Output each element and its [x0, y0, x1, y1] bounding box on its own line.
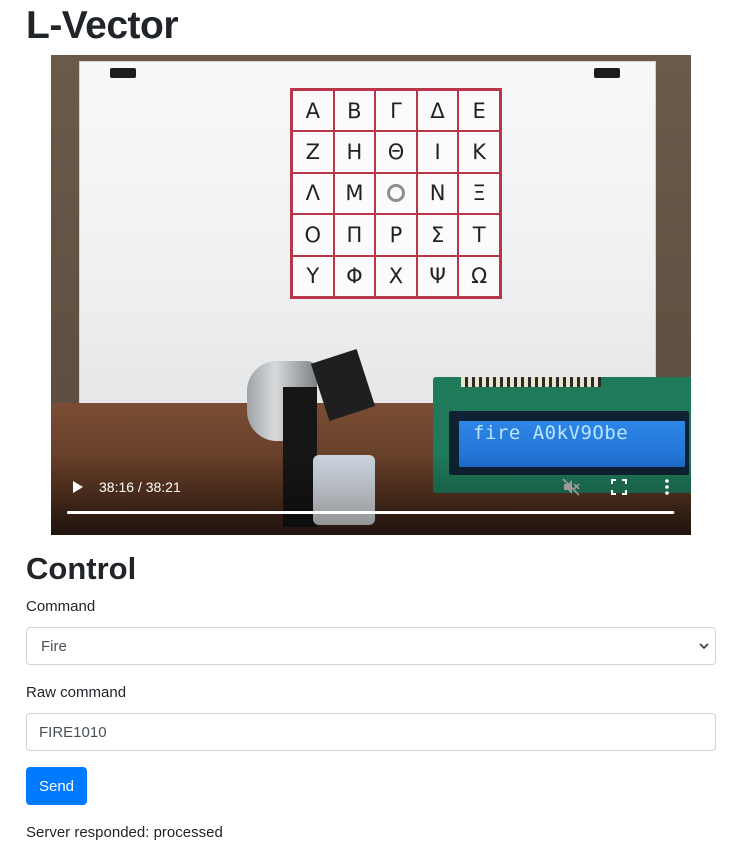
- raw-command-input[interactable]: [26, 713, 716, 751]
- chevron-down-icon: [699, 643, 709, 650]
- grid-cell: Υ: [292, 255, 334, 297]
- grid-cell: Μ: [333, 172, 376, 215]
- letter-grid: ΑΒΓΔΕ ΖΗΘΙΚ ΛΜΝΞ ΟΠΡΣΤ ΥΦΧΨΩ: [290, 88, 502, 299]
- grid-cell: Σ: [416, 214, 459, 256]
- muted-speaker-icon[interactable]: [561, 477, 581, 497]
- time-display: 38:16 / 38:21: [99, 479, 181, 495]
- command-selected-value: Fire: [41, 637, 67, 655]
- send-button[interactable]: Send: [26, 767, 87, 805]
- video-player[interactable]: ΑΒΓΔΕΖΗΘΙΚΛΜΝΞΟΠΡΣΤΥΦΧΨΩ fire A0kV9Obe 3…: [51, 55, 691, 535]
- whiteboard: ΑΒΓΔΕ ΖΗΘΙΚ ΛΜΝΞ ΟΠΡΣΤ ΥΦΧΨΩ: [79, 61, 656, 415]
- grid-cell: Α: [292, 90, 334, 132]
- server-response: Server responded: processed: [26, 824, 223, 841]
- command-label: Command: [26, 598, 96, 615]
- grid-cell: Η: [333, 131, 376, 173]
- more-vertical-icon[interactable]: [657, 477, 677, 497]
- grid-cell: Β: [333, 90, 376, 132]
- grid-cell: Π: [333, 214, 376, 256]
- grid-cell: Χ: [375, 255, 417, 297]
- grid-cell: Κ: [458, 131, 500, 173]
- progress-bar[interactable]: [67, 511, 675, 514]
- grid-cell: Ξ: [458, 172, 500, 215]
- grid-cell: Θ: [375, 131, 417, 173]
- grid-cell: Ο: [292, 214, 334, 256]
- laser-dot: [386, 184, 405, 203]
- control-heading: Control: [26, 551, 137, 586]
- board-clip: [110, 68, 136, 78]
- grid-cell: Τ: [458, 214, 500, 256]
- header-pins: [461, 377, 601, 387]
- raw-command-label: Raw command: [26, 684, 127, 701]
- grid-cell: Ν: [416, 172, 459, 215]
- grid-cell: Λ: [292, 172, 334, 215]
- progress-fill: [67, 511, 674, 514]
- grid-cell: Ε: [458, 90, 500, 132]
- command-select[interactable]: Fire: [26, 627, 716, 665]
- board-clip: [594, 68, 620, 78]
- grid-cell: Δ: [416, 90, 459, 132]
- fullscreen-icon[interactable]: [609, 477, 629, 497]
- grid-cell: Ι: [416, 131, 459, 173]
- grid-cell: Ζ: [292, 131, 334, 173]
- grid-cell: Ω: [458, 255, 500, 297]
- grid-cell: Ρ: [375, 214, 417, 256]
- grid-cell: Γ: [375, 90, 417, 132]
- grid-cell: Ψ: [416, 255, 459, 297]
- page-title: L-Vector: [26, 4, 179, 47]
- play-icon[interactable]: [69, 479, 85, 495]
- grid-cell: Φ: [333, 255, 376, 297]
- grid-cell: [375, 172, 417, 215]
- page: L-Vector ΑΒΓΔΕΖΗΘΙΚΛΜΝΞΟΠΡΣΤΥΦΧΨΩ fire A…: [0, 0, 748, 846]
